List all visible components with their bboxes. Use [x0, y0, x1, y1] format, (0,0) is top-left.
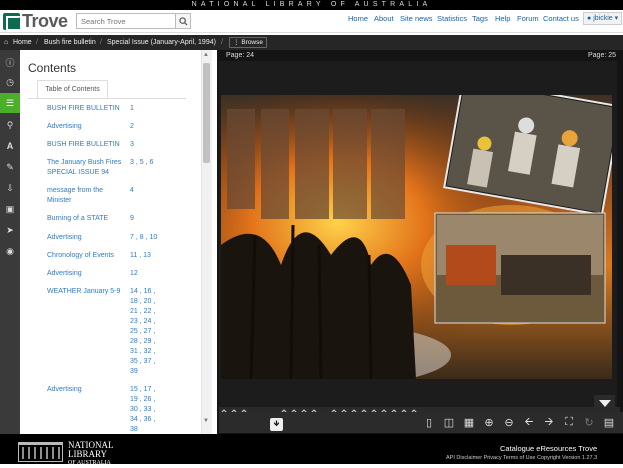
text-icon[interactable]: A [0, 136, 20, 156]
toc-item-title[interactable]: Advertising [47, 385, 127, 395]
footer-links[interactable]: Catalogue eResources Trove [500, 444, 597, 453]
search-button[interactable] [176, 13, 191, 29]
share-icon[interactable]: ➤ [0, 220, 20, 240]
nav-help[interactable]: Help [495, 13, 510, 25]
user-name: jbickie [593, 15, 613, 22]
browse-label: Browse [241, 39, 263, 46]
toc-item-pages[interactable]: 7 , 8 , 10 [130, 233, 170, 243]
search-input[interactable] [76, 13, 176, 29]
toc-item-pages[interactable]: 11 , 13 [130, 251, 160, 261]
breadcrumb-separator: / [36, 39, 38, 46]
page-number-right: Page: 25 [588, 52, 617, 59]
tab-table-of-contents[interactable]: Table of Contents [37, 80, 108, 98]
fullscreen-icon[interactable]: ⛶ [561, 414, 577, 430]
nla-line: LIBRARY [68, 449, 108, 459]
toc-item-pages[interactable]: 1 [130, 104, 160, 114]
home-icon: ⌂ [4, 39, 9, 46]
toc-item-title[interactable]: BUSH FIRE BULLETIN [47, 140, 127, 150]
zoom-in-icon[interactable]: ⊕ [481, 414, 497, 430]
toc-item-title[interactable]: BUSH FIRE BULLETIN [47, 104, 127, 114]
clock-icon[interactable]: ◷ [0, 72, 20, 92]
scroll-down-icon[interactable]: ▼ [203, 418, 209, 424]
rotate-icon[interactable]: ↻ [581, 414, 597, 430]
browse-button[interactable]: ⋮ Browse [229, 37, 267, 48]
toc-item-pages[interactable]: 2 [130, 122, 160, 132]
eye-icon[interactable]: ◉ [0, 241, 20, 261]
nav-contact-us[interactable]: Contact us [543, 13, 579, 25]
scroll-up-icon[interactable]: ▲ [203, 52, 209, 58]
search-icon [178, 16, 188, 26]
tag-icon[interactable]: ✎ [0, 157, 20, 177]
grid-icon: ⋮ [233, 39, 240, 46]
toc-item-pages[interactable]: 3 [130, 140, 160, 150]
arrow-right-icon[interactable]: 🡪 [541, 414, 557, 430]
user-menu[interactable]: ● jbickie ▾ [583, 12, 623, 25]
tool-rail: ⓘ ◷ ☰ ⚲ A ✎ ⇩ ▣ ➤ ◉ [0, 50, 20, 434]
arrow-left-icon[interactable]: 🡨 [521, 414, 537, 430]
toc-item-pages[interactable]: 3 , 5 , 6 [130, 158, 160, 168]
trove-logo-icon [3, 13, 21, 31]
nav-about[interactable]: About [374, 13, 394, 25]
jump-down-button[interactable]: 🡻 [270, 418, 283, 431]
user-icon: ● [587, 15, 592, 22]
breadcrumb-bulletin[interactable]: Bush fire bulletin [44, 35, 96, 50]
tab-underline [28, 98, 186, 99]
grid-view-icon[interactable]: ▦ [461, 414, 477, 430]
breadcrumb: ⌂ Home / Bush fire bulletin / Special Is… [0, 35, 623, 50]
toc-item-pages[interactable]: 14 , 16 , 18 , 20 , 21 , 22 , 23 , 24 , … [130, 287, 160, 377]
chevron-down-icon: ▾ [614, 15, 619, 22]
page-number-left: Page: 24 [226, 52, 255, 59]
toc-item-pages[interactable]: 15 , 17 , 19 , 26 , 30 , 33 , 34 , 36 , … [130, 385, 160, 431]
breadcrumb-home[interactable]: Home [13, 35, 32, 50]
toc-item-title[interactable]: Burning of a STATE [47, 214, 127, 224]
arrow-down-icon: 🡻 [273, 418, 280, 428]
list-icon[interactable]: ☰ [0, 93, 20, 113]
columns-icon [22, 447, 60, 459]
nav-statistics[interactable]: Statistics [437, 13, 467, 25]
toc-item-title[interactable]: Advertising [47, 233, 127, 243]
zoom-out-icon[interactable]: ⊖ [501, 414, 517, 430]
toc-item-title[interactable]: Advertising [47, 122, 127, 132]
scrollbar-thumb[interactable] [203, 63, 210, 163]
cart-icon[interactable]: ▣ [0, 199, 20, 219]
nav-tags[interactable]: Tags [472, 13, 488, 25]
nav-home[interactable]: Home [348, 13, 368, 25]
toc-item-pages[interactable]: 9 [130, 214, 160, 224]
breadcrumb-issue[interactable]: Special Issue (January-April, 1994) [107, 35, 216, 50]
info-icon[interactable]: ⓘ [0, 52, 20, 72]
toc-item-title[interactable]: Advertising [47, 269, 127, 279]
nla-logo-icon[interactable] [18, 442, 63, 462]
toc-item-title[interactable]: The January Bush Fires SPECIAL ISSUE 94 [47, 158, 127, 178]
breadcrumb-separator: / [100, 39, 102, 46]
nav-site-news[interactable]: Site news [400, 13, 433, 25]
search-icon[interactable]: ⚲ [0, 115, 20, 135]
toc-item-title[interactable]: message from the Minister [47, 186, 127, 206]
chevron-down-icon [598, 400, 611, 407]
toc-item-pages[interactable]: 4 [130, 186, 160, 196]
nla-banner: NATIONAL LIBRARY OF AUSTRALIA [0, 0, 623, 10]
footer-legal-links[interactable]: API Disclaimer Privacy Terms of Use Copy… [446, 455, 597, 461]
single-page-icon[interactable]: ▯ [421, 414, 437, 430]
nav-forum[interactable]: Forum [517, 13, 539, 25]
magazine-spread-image[interactable] [221, 95, 612, 379]
toc-item-pages[interactable]: 12 [130, 269, 160, 279]
breadcrumb-separator: / [221, 39, 223, 46]
download-icon[interactable]: ⇩ [0, 178, 20, 198]
contents-title: Contents [28, 61, 77, 75]
trove-logo-text: Trove [22, 11, 68, 31]
toc-item-title[interactable]: WEATHER January 5-9 [47, 287, 127, 297]
toc-item-title[interactable]: Chronology of Events [47, 251, 127, 261]
trove-logo[interactable]: Trove [3, 11, 68, 31]
double-page-icon[interactable]: ◫ [441, 414, 457, 430]
page-list-icon[interactable]: ▤ [601, 414, 617, 430]
